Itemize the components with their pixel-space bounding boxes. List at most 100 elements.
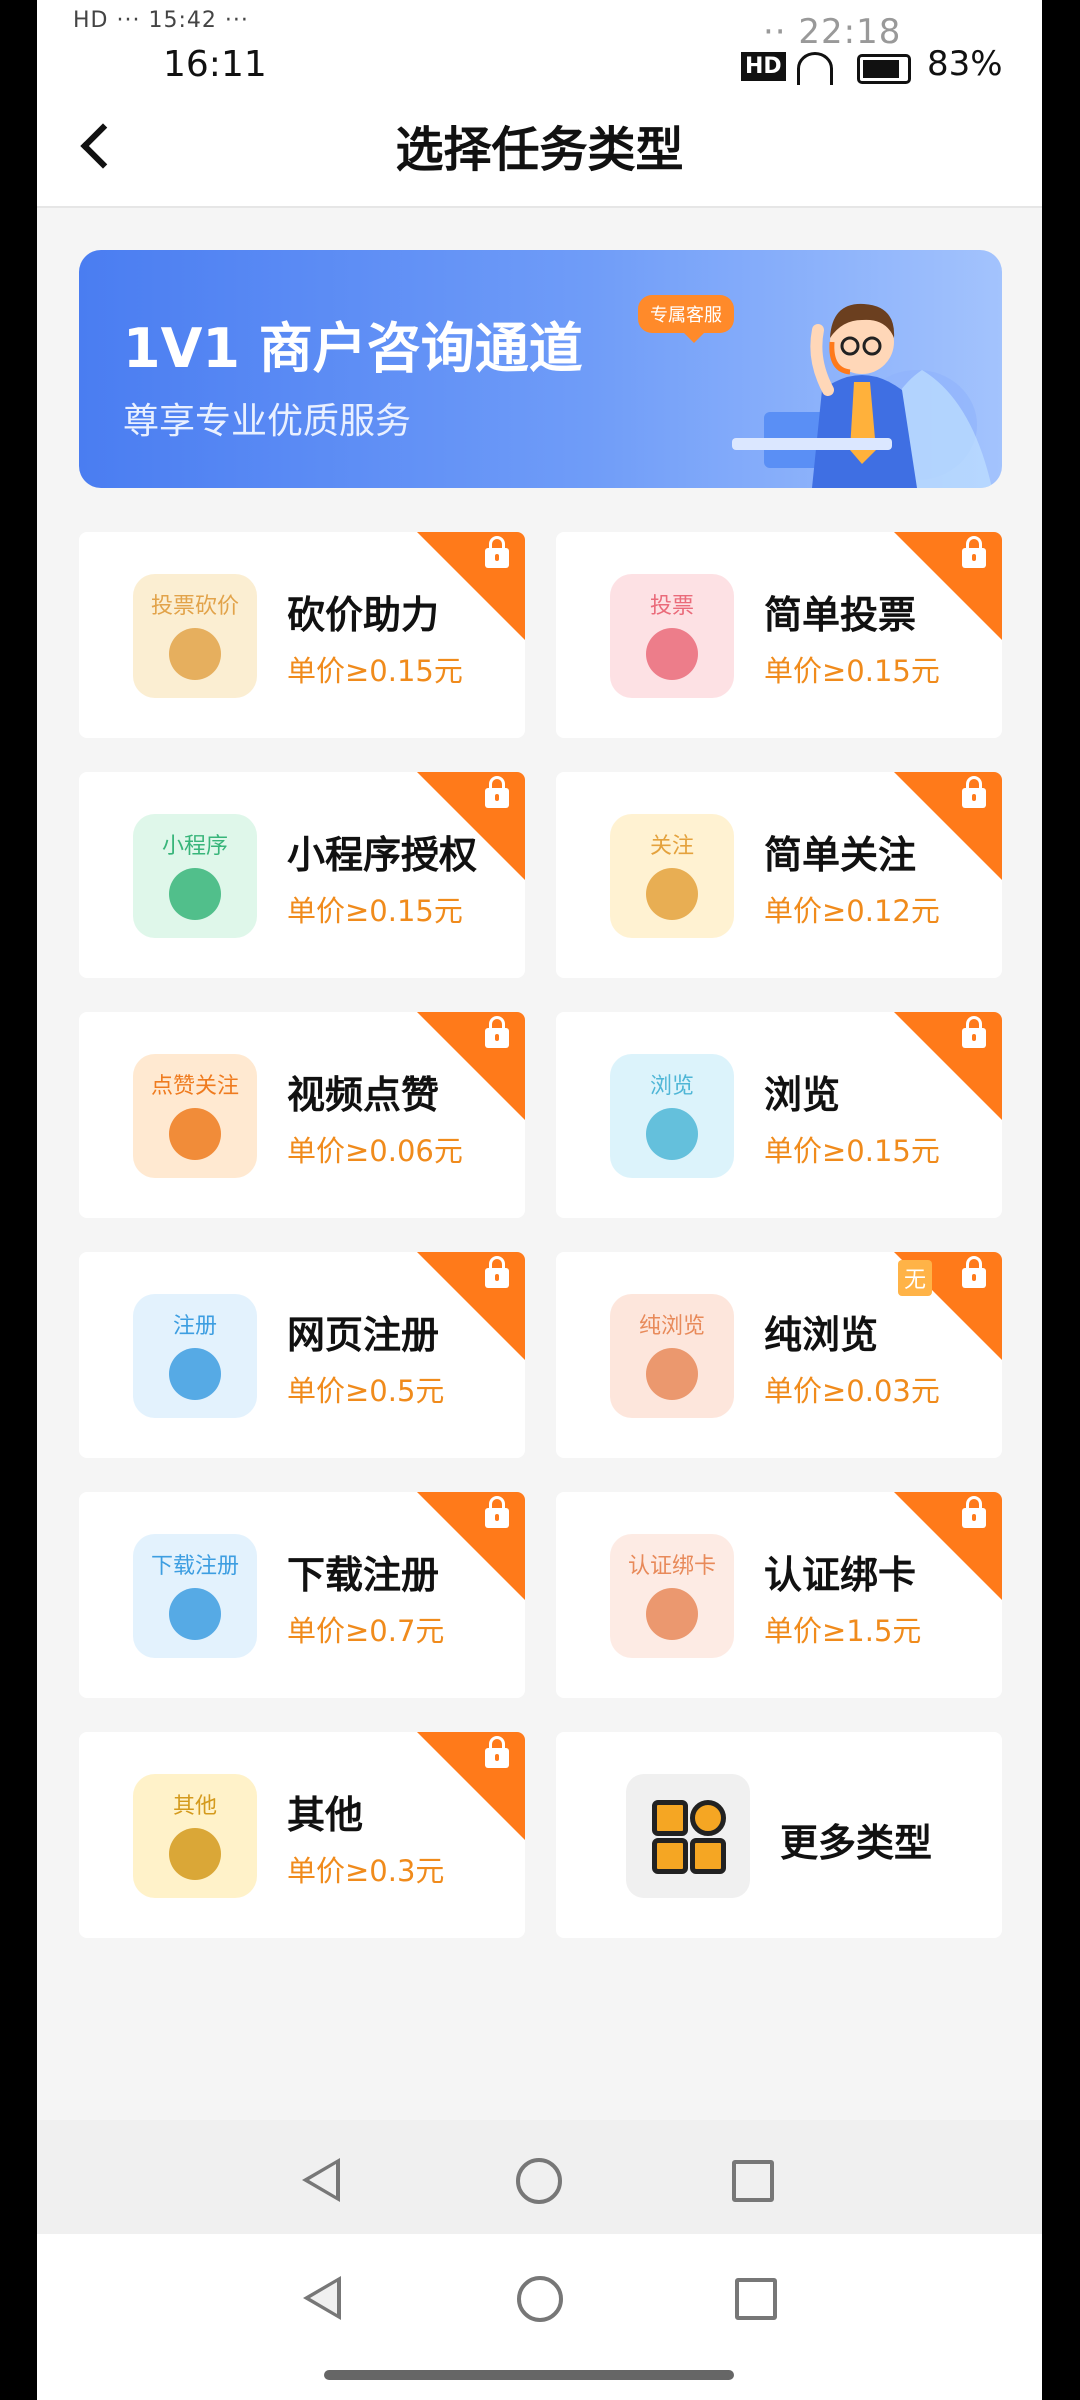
icon-label: 其他 bbox=[172, 1794, 217, 1819]
vote-icon: 投票 bbox=[610, 574, 734, 698]
task-card[interactable]: 下载注册 下载注册 单价≥0.7元 bbox=[79, 1492, 525, 1698]
task-card[interactable]: 小程序 小程序授权 单价≥0.15元 bbox=[79, 772, 525, 978]
task-price: 单价≥0.15元 bbox=[287, 894, 463, 928]
task-name: 其他 bbox=[287, 1793, 364, 1837]
lock-corner bbox=[417, 1732, 525, 1840]
task-card[interactable]: 关注 简单关注 单价≥0.12元 bbox=[556, 772, 1002, 978]
task-price: 单价≥0.03元 bbox=[764, 1374, 940, 1408]
follow-icon: 关注 bbox=[610, 814, 734, 938]
more-types-card[interactable]: 更多类型 bbox=[556, 1732, 1002, 1938]
lock-icon bbox=[962, 1016, 986, 1048]
more-grid-icon bbox=[626, 1774, 750, 1898]
task-tag: 无 bbox=[897, 1260, 932, 1296]
bind-card-icon: 认证绑卡 bbox=[610, 1534, 734, 1658]
icon-art bbox=[646, 1348, 698, 1400]
hd-icon: HD bbox=[741, 52, 786, 81]
lock-corner bbox=[417, 532, 525, 640]
grid-cell bbox=[690, 1800, 726, 1836]
icon-art bbox=[169, 1108, 221, 1160]
task-price: 单价≥0.5元 bbox=[287, 1374, 445, 1408]
other-icon: 其他 bbox=[133, 1774, 257, 1898]
thumbs-up-icon: 点赞关注 bbox=[133, 1054, 257, 1178]
customer-service-illustration bbox=[732, 303, 992, 488]
icon-art bbox=[646, 628, 698, 680]
banner-subtitle: 尊享专业优质服务 bbox=[123, 401, 412, 442]
more-types-label: 更多类型 bbox=[780, 1821, 933, 1865]
app-screen: HD ··· 15:42 ··· ·· 22:18 16:11 HD 83% 选… bbox=[37, 0, 1042, 2400]
task-price: 单价≥0.12元 bbox=[764, 894, 940, 928]
task-card[interactable]: 浏览 浏览 单价≥0.15元 bbox=[556, 1012, 1002, 1218]
pure-browse-icon: 纯浏览 bbox=[610, 1294, 734, 1418]
icon-art bbox=[169, 1348, 221, 1400]
vote-bargain-icon: 投票砍价 bbox=[133, 574, 257, 698]
grid-cell bbox=[652, 1838, 688, 1874]
icon-label: 小程序 bbox=[161, 834, 228, 859]
register-icon: 注册 bbox=[133, 1294, 257, 1418]
status-time: 16:11 bbox=[163, 44, 267, 85]
lock-icon bbox=[485, 1016, 509, 1048]
task-price: 单价≥0.06元 bbox=[287, 1134, 463, 1168]
task-card[interactable]: 注册 网页注册 单价≥0.5元 bbox=[79, 1252, 525, 1458]
lock-corner bbox=[417, 772, 525, 880]
task-card[interactable]: 投票 简单投票 单价≥0.15元 bbox=[556, 532, 1002, 738]
wifi-icon bbox=[797, 52, 833, 85]
nav-back-icon[interactable] bbox=[302, 2158, 340, 2202]
task-card[interactable]: 纯浏览 纯浏览单价≥0.03元 无 bbox=[556, 1252, 1002, 1458]
app-nav-bar bbox=[37, 2120, 1042, 2240]
download-register-icon: 下载注册 bbox=[133, 1534, 257, 1658]
lock-corner bbox=[417, 1012, 525, 1120]
icon-art bbox=[169, 628, 221, 680]
icon-art bbox=[169, 868, 221, 920]
task-price: 单价≥0.3元 bbox=[287, 1854, 445, 1888]
lock-icon bbox=[485, 1256, 509, 1288]
home-indicator[interactable] bbox=[324, 2370, 734, 2380]
lock-corner bbox=[894, 1492, 1002, 1600]
icon-art bbox=[169, 1588, 221, 1640]
icon-art bbox=[169, 1828, 221, 1880]
task-card[interactable]: 点赞关注 视频点赞 单价≥0.06元 bbox=[79, 1012, 525, 1218]
lock-icon bbox=[485, 776, 509, 808]
banner-title: 1V1 商户咨询通道 bbox=[123, 317, 583, 380]
icon-label: 下载注册 bbox=[150, 1554, 239, 1579]
task-name: 浏览 bbox=[764, 1073, 841, 1117]
lock-corner bbox=[417, 1252, 525, 1360]
task-card[interactable]: 认证绑卡 认证绑卡 单价≥1.5元 bbox=[556, 1492, 1002, 1698]
eye-icon: 浏览 bbox=[610, 1054, 734, 1178]
task-name: 纯浏览 bbox=[764, 1313, 879, 1357]
lock-icon bbox=[962, 776, 986, 808]
lock-icon bbox=[485, 1496, 509, 1528]
icon-label: 注册 bbox=[172, 1314, 217, 1339]
system-back-icon[interactable] bbox=[303, 2276, 341, 2320]
lock-corner bbox=[894, 532, 1002, 640]
icon-art bbox=[646, 868, 698, 920]
task-price: 单价≥1.5元 bbox=[764, 1614, 922, 1648]
system-home-icon[interactable] bbox=[517, 2276, 563, 2322]
icon-label: 浏览 bbox=[649, 1074, 694, 1099]
page-header: 选择任务类型 bbox=[37, 86, 1042, 208]
battery-icon bbox=[857, 54, 911, 84]
lock-icon bbox=[485, 536, 509, 568]
battery-level: 83% bbox=[927, 44, 1003, 84]
status-bar: HD ··· 15:42 ··· ·· 22:18 16:11 HD 83% bbox=[37, 0, 1042, 86]
task-price: 单价≥0.15元 bbox=[764, 654, 940, 688]
lock-icon bbox=[485, 1736, 509, 1768]
task-card[interactable]: 投票砍价 砍价助力 单价≥0.15元 bbox=[79, 532, 525, 738]
nav-recent-icon[interactable] bbox=[732, 2160, 774, 2202]
icon-label: 纯浏览 bbox=[638, 1314, 705, 1339]
nav-home-icon[interactable] bbox=[516, 2158, 562, 2204]
task-price: 单价≥0.15元 bbox=[287, 654, 463, 688]
grid-cell bbox=[690, 1838, 726, 1874]
status-artifact-right: ·· 22:18 bbox=[763, 12, 902, 52]
lock-icon bbox=[962, 536, 986, 568]
icon-label: 关注 bbox=[649, 834, 694, 859]
consult-banner[interactable]: 1V1 商户咨询通道 尊享专业优质服务 专属客服 bbox=[79, 250, 1002, 488]
lock-icon bbox=[962, 1256, 986, 1288]
task-card[interactable]: 其他 其他单价≥0.3元 bbox=[79, 1732, 525, 1938]
lock-icon bbox=[962, 1496, 986, 1528]
icon-label: 投票砍价 bbox=[150, 594, 239, 619]
lock-corner bbox=[894, 1012, 1002, 1120]
icon-label: 点赞关注 bbox=[150, 1074, 239, 1099]
icon-art bbox=[646, 1588, 698, 1640]
system-recent-icon[interactable] bbox=[735, 2278, 777, 2320]
icon-label: 认证绑卡 bbox=[627, 1554, 716, 1579]
